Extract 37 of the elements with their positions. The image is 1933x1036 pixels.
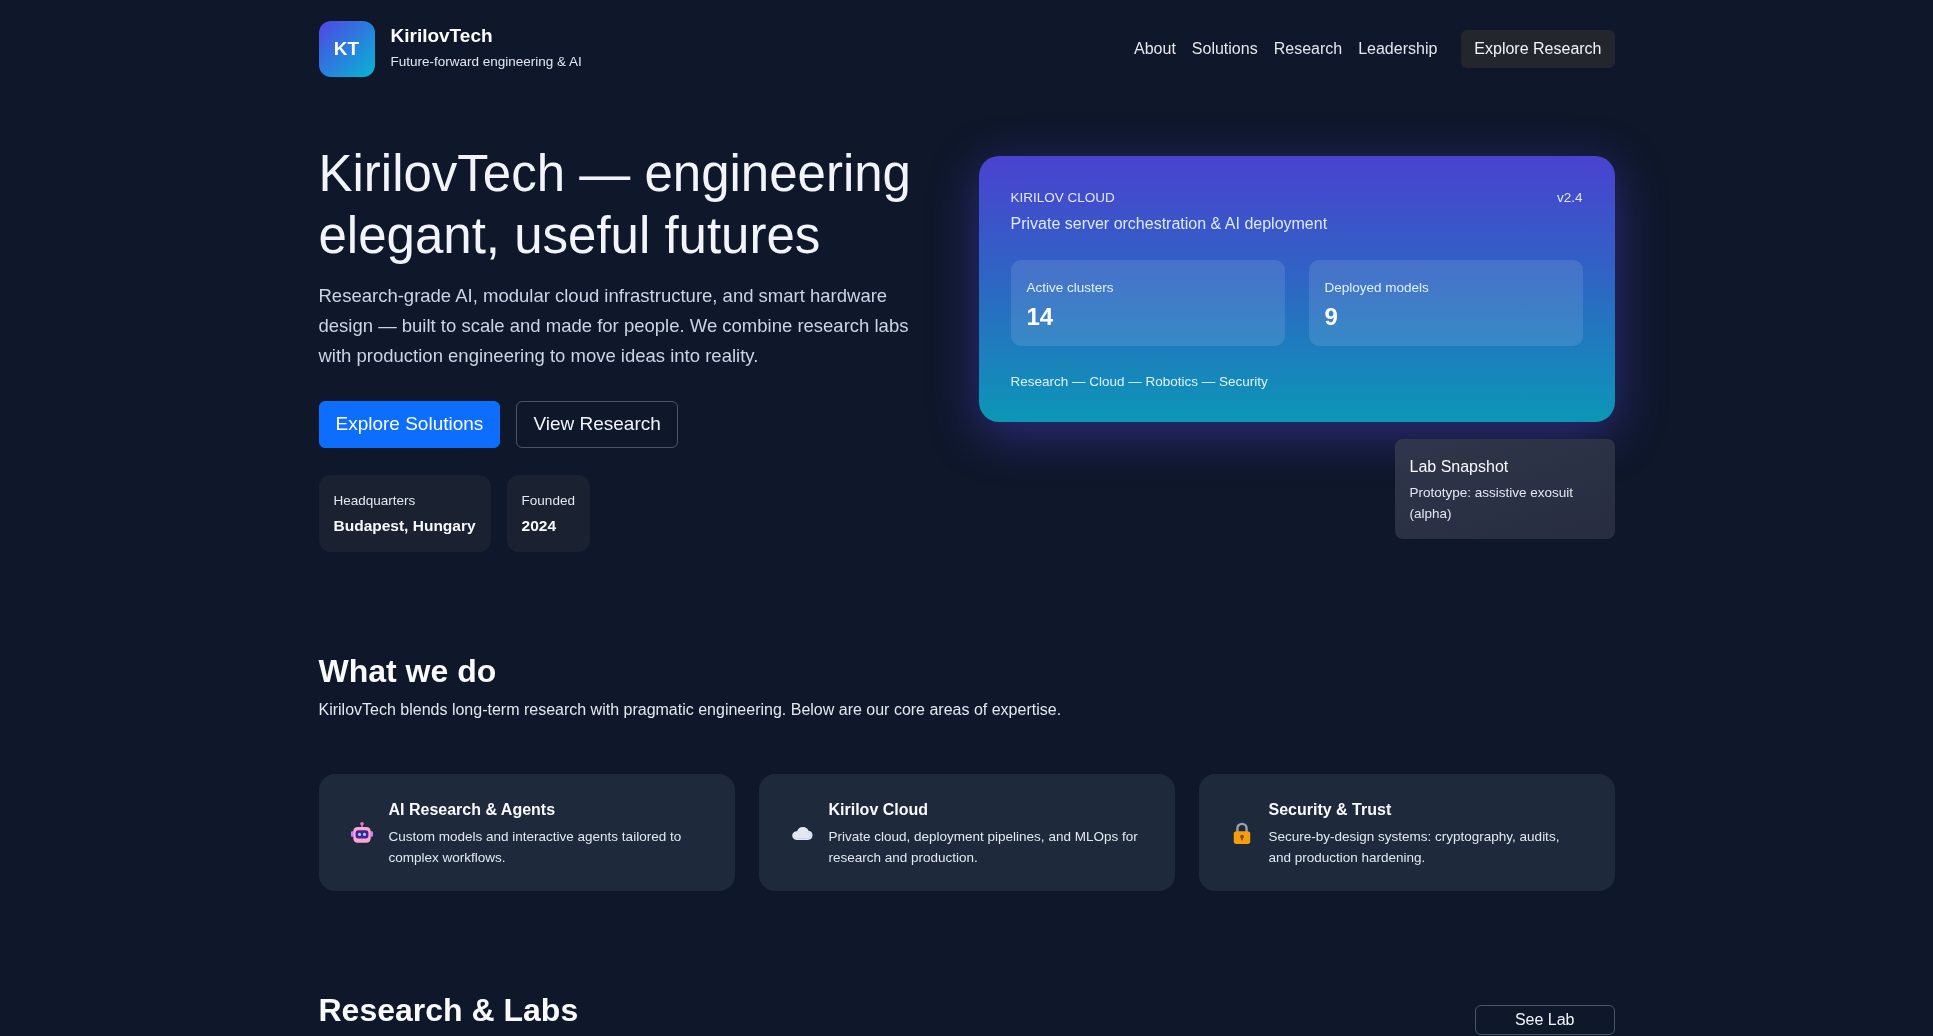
nav-link[interactable]: Leadership	[1358, 37, 1438, 61]
card-eyebrow: KIRILOV CLOUD	[1010, 189, 1115, 207]
see-lab-button[interactable]: See Lab	[1474, 1005, 1615, 1036]
version-label: v2.4	[1556, 189, 1583, 207]
snapshot-text: Prototype: assistive exosuit (alpha)	[1409, 483, 1575, 523]
brand-name: KirilovTech	[390, 25, 494, 49]
fact-value: Budapest, Hungary	[333, 515, 476, 536]
service-title: AI Research & Agents	[388, 799, 557, 820]
brand-logo: KT	[318, 21, 375, 77]
robot-icon	[350, 821, 373, 844]
service-text: Private cloud, deployment pipelines, and MLOps for research and production.	[828, 827, 1139, 867]
service-title: Kirilov Cloud	[828, 799, 930, 820]
section-heading: What we do	[318, 652, 498, 691]
section-heading: Research & Labs	[318, 991, 579, 1030]
explore-research-button[interactable]: Explore Research	[1461, 30, 1615, 68]
hero-lead: Research-grade AI, modular cloud infrastructure, and smart hardware design — built to scale and made for people. We combine research labs with production engineering to move ideas into reality.	[318, 284, 910, 368]
hero-title: KirilovTech — engineering elegant, useful futures	[318, 144, 912, 266]
stat-value: 14	[1026, 301, 1055, 332]
stat-label: Deployed models	[1324, 279, 1430, 298]
fact-label: Headquarters	[333, 491, 417, 510]
nav-link[interactable]: About	[1134, 37, 1176, 61]
brand-tagline: Future-forward engineering & AI	[390, 53, 582, 72]
stat-value: 9	[1324, 301, 1339, 332]
snapshot-title: Lab Snapshot	[1409, 456, 1510, 477]
outline-button[interactable]: View Research	[516, 401, 678, 448]
section-intro: KirilovTech blends long-term research with pragmatic engineering. Below are our core areas of expertise.	[318, 700, 1063, 721]
card-footer-text: Research — Cloud — Robotics — Security	[1010, 372, 1269, 391]
fact-label: Founded	[521, 491, 575, 510]
fact-value: 2024	[521, 515, 558, 536]
service-text: Secure-by-design systems: cryptography, audits, and production hardening.	[1268, 827, 1561, 867]
card-subtitle: Private server orchestration & AI deployment	[1010, 214, 1329, 235]
stat-label: Active clusters	[1026, 279, 1115, 298]
primary-button[interactable]: Explore Solutions	[318, 401, 501, 448]
service-text: Custom models and interactive agents tailored to complex workflows.	[388, 827, 683, 867]
nav-link[interactable]: Solutions	[1191, 37, 1258, 61]
service-title: Security & Trust	[1268, 799, 1393, 820]
nav-link[interactable]: Research	[1273, 37, 1343, 61]
